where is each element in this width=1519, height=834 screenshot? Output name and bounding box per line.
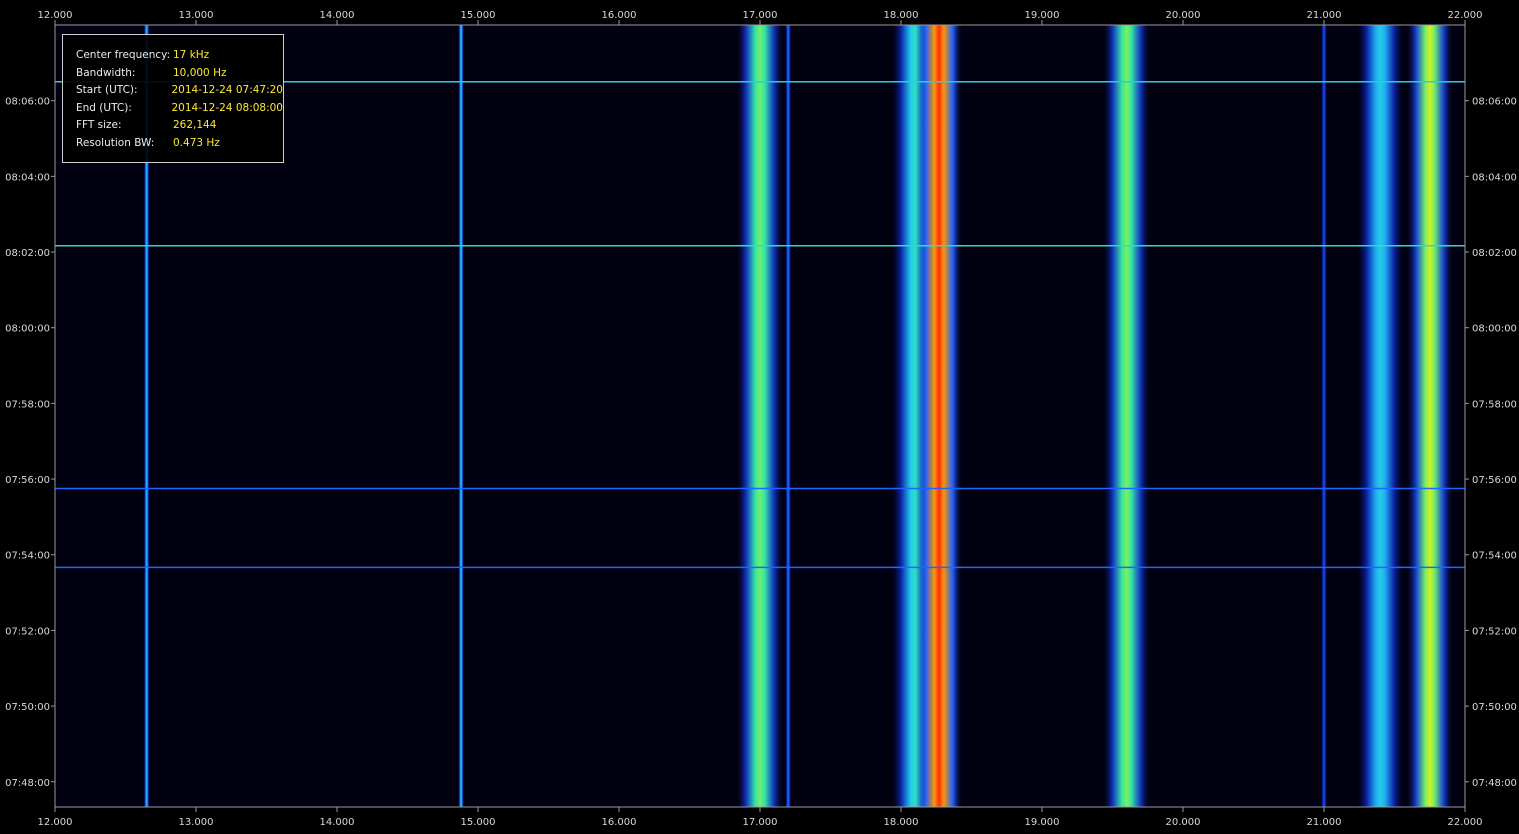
signal-band-17-2 xyxy=(785,25,792,807)
y-tick-label-right: 07:52:00 xyxy=(1472,626,1517,637)
x-tick-label-bottom: 18.000 xyxy=(884,817,919,828)
info-row: Resolution BW: 0.473 Hz xyxy=(76,135,283,153)
info-label: Start (UTC): xyxy=(76,84,138,97)
y-tick-label-left: 07:58:00 xyxy=(5,399,50,410)
info-value: 262,144 xyxy=(173,119,217,132)
x-tick-label-top: 17.000 xyxy=(743,10,778,21)
y-tick-label-right: 07:48:00 xyxy=(1472,778,1517,789)
info-value: 2014-12-24 07:47:20 xyxy=(171,84,283,97)
x-tick-label-bottom: 22.000 xyxy=(1448,817,1483,828)
info-label: Center frequency: xyxy=(76,49,171,61)
y-tick-label-left: 08:06:00 xyxy=(5,97,50,108)
y-tick-label-left: 07:50:00 xyxy=(5,702,50,713)
signal-band-21 xyxy=(1321,25,1327,807)
x-tick-label-top: 20.000 xyxy=(1166,10,1201,21)
y-tick-label-right: 07:50:00 xyxy=(1472,702,1517,713)
x-tick-label-top: 19.000 xyxy=(1025,10,1060,21)
signal-band-19-6 xyxy=(1103,25,1150,807)
y-tick-label-right: 07:54:00 xyxy=(1472,551,1517,562)
x-tick-label-top: 15.000 xyxy=(461,10,496,21)
y-tick-label-left: 08:04:00 xyxy=(5,172,50,183)
info-value: 0.473 Hz xyxy=(173,136,220,149)
y-tick-label-right: 07:56:00 xyxy=(1472,475,1517,486)
y-tick-label-right: 08:04:00 xyxy=(1472,172,1517,183)
x-tick-label-bottom: 19.000 xyxy=(1025,817,1060,828)
y-tick-label-right: 08:02:00 xyxy=(1472,248,1517,259)
signal-band-14-88 xyxy=(458,25,465,807)
y-tick-label-left: 07:54:00 xyxy=(5,551,50,562)
info-row: Bandwidth: 10,000 Hz xyxy=(76,65,283,83)
info-label: Resolution BW: xyxy=(76,136,155,149)
info-row: FFT size: 262,144 xyxy=(76,117,283,135)
y-tick-label-right: 08:06:00 xyxy=(1472,97,1517,108)
x-tick-label-bottom: 14.000 xyxy=(320,817,355,828)
x-tick-label-top: 13.000 xyxy=(179,10,214,21)
info-row: End (UTC): 2014-12-24 08:08:00 xyxy=(76,100,283,118)
signal-band-17 xyxy=(737,25,783,807)
y-tick-label-right: 08:00:00 xyxy=(1472,324,1517,335)
x-tick-label-top: 14.000 xyxy=(320,10,355,21)
info-value: 10,000 Hz xyxy=(173,66,227,79)
info-row: Start (UTC): 2014-12-24 07:47:20 xyxy=(76,82,283,100)
x-tick-label-top: 22.000 xyxy=(1448,10,1483,21)
y-tick-label-right: 07:58:00 xyxy=(1472,399,1517,410)
y-tick-label-left: 07:48:00 xyxy=(5,778,50,789)
y-tick-label-left: 07:52:00 xyxy=(5,626,50,637)
y-tick-label-left: 08:00:00 xyxy=(5,324,50,335)
x-tick-label-bottom: 15.000 xyxy=(461,817,496,828)
x-tick-label-bottom: 20.000 xyxy=(1166,817,1201,828)
info-value: 17 kHz xyxy=(173,49,210,61)
info-value: 2014-12-24 08:08:00 xyxy=(171,101,283,114)
x-tick-label-top: 16.000 xyxy=(602,10,637,21)
signal-band-18-27 xyxy=(916,25,963,807)
x-tick-label-top: 12.000 xyxy=(38,10,73,21)
signal-band-21-4 xyxy=(1357,25,1404,807)
signal-band-21-75 xyxy=(1406,25,1453,807)
y-tick-label-left: 07:56:00 xyxy=(5,475,50,486)
info-label: End (UTC): xyxy=(76,101,132,114)
y-tick-label-left: 08:02:00 xyxy=(5,248,50,259)
x-tick-label-bottom: 21.000 xyxy=(1307,817,1342,828)
info-panel: Center frequency: 17 kHz Bandwidth: 10,000 … xyxy=(62,34,284,163)
info-label: Bandwidth: xyxy=(76,66,136,79)
x-tick-label-bottom: 17.000 xyxy=(743,817,778,828)
x-tick-label-top: 18.000 xyxy=(884,10,919,21)
x-tick-label-bottom: 13.000 xyxy=(179,817,214,828)
info-row: Center frequency: 17 kHz xyxy=(76,47,283,65)
info-label: FFT size: xyxy=(76,119,122,132)
x-tick-label-top: 21.000 xyxy=(1307,10,1342,21)
x-tick-label-bottom: 12.000 xyxy=(38,817,73,828)
x-tick-label-bottom: 16.000 xyxy=(602,817,637,828)
